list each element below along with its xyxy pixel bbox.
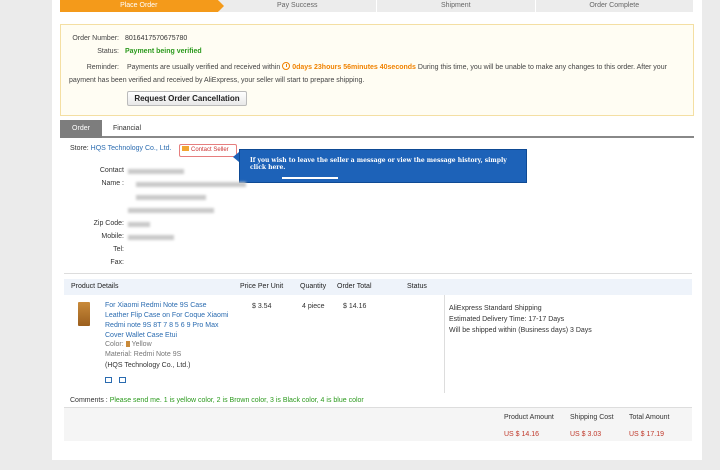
name-label: Name : <box>101 180 124 187</box>
countdown-timer: 0days 23hours 56minutes 40seconds <box>292 64 416 71</box>
material-value: Redmi Note 9S <box>133 351 182 358</box>
zip-code-redacted <box>128 222 150 227</box>
total-amount-label: Total Amount <box>629 414 670 421</box>
address-line-redacted <box>136 182 246 187</box>
cart-icon[interactable] <box>119 377 126 383</box>
store-label: Store: <box>70 145 89 152</box>
order-status-box: Order Number: 8016417570675780 Status: P… <box>60 24 694 116</box>
product-row: For Xiaomi Redmi Note 9S Case Leather Fl… <box>64 295 692 393</box>
product-material: Material: Redmi Note 9S <box>105 351 181 358</box>
status-label: Status: <box>97 48 119 55</box>
order-total-value: $ 14.16 <box>343 303 367 310</box>
reminder-label: Reminder: <box>86 64 119 71</box>
contact-info: Contact Name : Zip Code: Mobile: Tel: Fa… <box>64 160 692 274</box>
contact-seller-button[interactable]: Contact Seller <box>179 144 237 157</box>
product-table-header: Product Details Price Per Unit Quantity … <box>64 279 692 295</box>
step-pay-success: Pay Success <box>218 0 377 12</box>
comments-line: Comments : Please send me. 1 is yellow c… <box>70 397 364 404</box>
tab-financial[interactable]: Financial <box>102 120 152 138</box>
address-line-redacted <box>128 208 214 213</box>
contact-value-redacted <box>128 169 184 174</box>
request-cancellation-button[interactable]: Request Order Cancellation <box>127 91 247 106</box>
order-number-value: 8016417570675780 <box>125 35 188 42</box>
total-amount-value: US $ 17.19 <box>629 431 665 438</box>
order-totals: Product Amount Shipping Cost Total Amoun… <box>64 407 692 441</box>
header-order-total: Order Total <box>337 283 372 290</box>
mobile-redacted <box>128 235 174 240</box>
color-value: Yellow <box>131 341 152 348</box>
step-place-order: Place Order <box>60 0 223 12</box>
color-label: Color: <box>105 341 124 348</box>
reminder-text: Reminder: Payments are usually verified … <box>69 61 689 87</box>
material-label: Material: <box>105 351 132 358</box>
column-divider <box>444 295 445 393</box>
shipping-method: AliExpress Standard Shipping <box>449 305 542 312</box>
envelope-icon <box>182 146 189 151</box>
product-amount-value: US $ 14.16 <box>504 431 540 438</box>
reminder-text-1: Payments are usually verified and receiv… <box>126 64 281 71</box>
order-progress-bar: Place Order Pay Success Shipment Order C… <box>60 0 694 12</box>
product-amount-label: Product Amount <box>504 414 554 421</box>
snapshot-icon[interactable] <box>105 377 112 383</box>
tel-label: Tel: <box>113 246 124 253</box>
order-number-row: Order Number: 8016417570675780 <box>69 35 187 42</box>
order-number-label: Order Number: <box>72 35 119 42</box>
header-product-details: Product Details <box>71 283 119 290</box>
store-name-link[interactable]: HQS Technology Co., Ltd. <box>91 145 172 152</box>
price-per-unit-value: $ 3.54 <box>252 303 272 310</box>
shipping-cost-value: US $ 3.03 <box>570 431 602 438</box>
status-row: Status: Payment being verified <box>69 48 202 55</box>
order-tabs: Order Financial <box>60 120 694 138</box>
product-seller: (HQS Technology Co., Ltd.) <box>105 362 191 369</box>
contact-seller-label: Contact Seller <box>191 147 229 153</box>
clock-icon <box>282 62 291 70</box>
product-name-link[interactable]: For Xiaomi Redmi Note 9S Case Leather Fl… <box>105 301 229 341</box>
shipping-info: AliExpress Standard Shipping Estimated D… <box>449 303 592 336</box>
tab-order[interactable]: Order <box>60 120 102 138</box>
ship-within: Will be shipped within (Business days) 3… <box>449 327 592 334</box>
comments-value: Please send me. 1 is yellow color, 2 is … <box>109 397 364 404</box>
step-shipment: Shipment <box>377 0 536 12</box>
color-swatch <box>125 341 130 347</box>
product-thumbnail[interactable] <box>78 302 90 326</box>
product-color: Color: Yellow <box>105 341 152 348</box>
header-price-per-unit: Price Per Unit <box>240 283 284 290</box>
contact-label: Contact <box>99 167 124 174</box>
comments-label: Comments : <box>70 397 108 404</box>
header-quantity: Quantity <box>300 283 327 290</box>
mobile-label: Mobile: <box>101 233 124 240</box>
shipping-cost-label: Shipping Cost <box>570 414 614 421</box>
header-status: Status <box>407 283 427 290</box>
fax-label: Fax: <box>110 259 124 266</box>
step-order-complete: Order Complete <box>535 0 694 12</box>
order-detail-page: Place Order Pay Success Shipment Order C… <box>52 0 702 460</box>
store-line: Store: HQS Technology Co., Ltd. <box>70 145 171 152</box>
zip-code-label: Zip Code: <box>93 220 124 227</box>
status-value: Payment being verified <box>125 48 202 55</box>
quantity-value: 4 piece <box>302 303 325 310</box>
address-line-redacted <box>136 195 206 200</box>
delivery-time: Estimated Delivery Time: 17-17 Days <box>449 316 565 323</box>
